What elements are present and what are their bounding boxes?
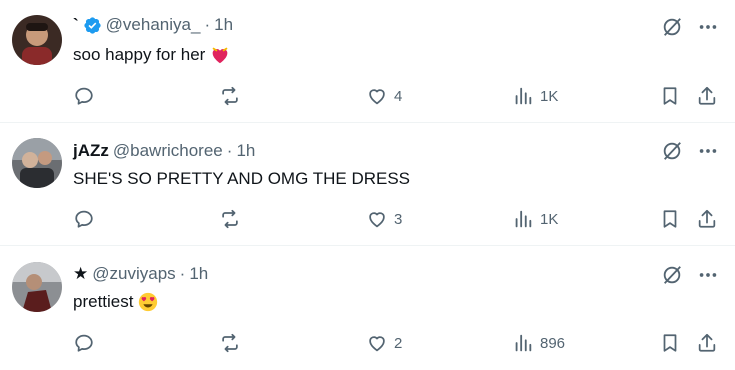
tweet-text: prettiest [73,292,134,311]
reply-button[interactable] [73,84,101,108]
view-count: 1K [540,87,559,105]
tweet-text-row: soo happy for her [73,44,231,66]
bookmark-button[interactable] [659,84,681,108]
tweet[interactable]: ★ @zuviyaps · 1h prettiest 2 896 [0,246,735,370]
handle[interactable]: @bawrichoree [113,141,223,161]
reply-icon [75,210,93,228]
bookmark-button[interactable] [659,331,681,355]
views-icon [515,210,532,228]
tweet-actions: 2 896 [73,331,723,355]
display-name[interactable]: ` [73,15,79,35]
like-count: 4 [394,87,403,105]
like-button[interactable]: 2 [366,331,402,355]
display-name[interactable]: jAZz [73,141,109,161]
tweet-text-row: prettiest [73,291,159,313]
bookmark-button[interactable] [659,207,681,231]
heart-eyes-emoji [137,291,159,313]
views-button[interactable]: 1K [512,84,558,108]
repost-button[interactable] [219,84,247,108]
verified-badge-icon [83,16,102,35]
tweet-header: ` @vehaniya_ · 1h [73,14,233,36]
reply-button[interactable] [73,207,101,231]
grok-icon[interactable] [661,16,683,38]
like-button[interactable]: 4 [366,84,402,108]
heart-icon [369,212,385,228]
tweet-text: soo happy for her [73,45,206,64]
repost-button[interactable] [219,207,247,231]
heart-icon [369,89,385,105]
more-options-icon[interactable] [697,16,719,38]
tweet[interactable]: jAZz @bawrichoree · 1h SHE'S SO PRETTY A… [0,123,735,246]
tweet-text: SHE'S SO PRETTY AND OMG THE DRESS [73,169,411,188]
timestamp[interactable]: 1h [236,141,255,161]
avatar[interactable] [12,15,62,65]
separator-dot: · [179,264,186,283]
repost-button[interactable] [219,331,247,355]
grok-icon[interactable] [661,140,683,162]
tweet[interactable]: ` @vehaniya_ · 1h soo happy for her 4 1K [0,0,735,123]
bookmark-icon [663,210,677,228]
reply-button[interactable] [73,331,101,355]
reply-feed: ` @vehaniya_ · 1h soo happy for her 4 1K… [0,0,735,370]
share-icon [698,86,716,105]
like-button[interactable]: 3 [366,207,402,231]
views-button[interactable]: 896 [512,331,565,355]
heart-with-ribbon-emoji [209,44,231,66]
avatar[interactable] [12,262,62,312]
like-count: 2 [394,334,403,352]
separator-dot: · [204,15,211,34]
display-name[interactable]: ★ [73,264,88,284]
timestamp[interactable]: 1h [189,264,208,284]
views-icon [515,334,532,352]
reply-icon [75,334,93,352]
separator-dot: · [226,141,233,160]
share-button[interactable] [696,84,718,108]
repost-icon [222,209,238,229]
tweet-header: ★ @zuviyaps · 1h [73,263,208,285]
tweet-header: jAZz @bawrichoree · 1h [73,140,255,162]
repost-icon [222,333,238,353]
view-count: 896 [540,334,566,352]
handle[interactable]: @zuviyaps [92,264,175,284]
tweet-text-row: SHE'S SO PRETTY AND OMG THE DRESS [73,169,410,189]
share-icon [698,209,716,228]
heart-icon [369,336,385,352]
views-icon [515,87,532,105]
grok-icon[interactable] [661,264,683,286]
avatar[interactable] [12,138,62,188]
repost-icon [222,86,238,106]
views-button[interactable]: 1K [512,207,558,231]
tweet-actions: 3 1K [73,207,723,231]
share-button[interactable] [696,207,718,231]
tweet-actions: 4 1K [73,84,723,108]
handle[interactable]: @vehaniya_ [106,15,201,35]
share-button[interactable] [696,331,718,355]
timestamp[interactable]: 1h [214,15,233,35]
bookmark-icon [663,334,677,352]
share-icon [698,333,716,352]
view-count: 1K [540,210,559,228]
like-count: 3 [394,210,403,228]
more-options-icon[interactable] [697,264,719,286]
bookmark-icon [663,87,677,105]
more-options-icon[interactable] [697,140,719,162]
reply-icon [75,87,93,105]
